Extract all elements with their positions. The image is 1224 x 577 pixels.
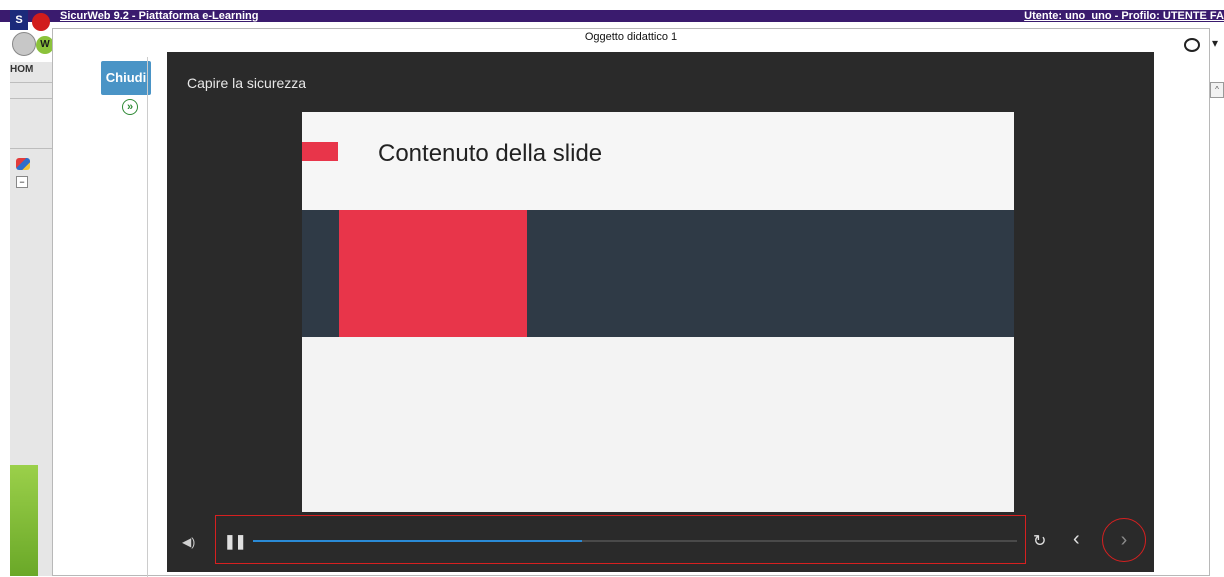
strip-divider [10,98,52,99]
side-green-bar [10,465,38,576]
app-top-bar: SicurWeb 9.2 - Piattaforma e-Learning Ut… [0,10,1224,22]
progress-fill [253,540,582,542]
slide-lower-area [302,337,1014,512]
chart-icon[interactable] [16,158,30,170]
home-tab[interactable]: HOM [10,64,40,82]
logo-s: S [10,10,28,30]
app-logo: S W [10,10,54,56]
scroll-up-button[interactable]: ^ [1210,82,1224,98]
modal-title: Oggetto didattico 1 [584,31,678,43]
chat-icon[interactable] [1184,38,1200,52]
slide-red-block [339,210,527,337]
course-player: Capire la sicurezza Contenuto della slid… [167,52,1154,572]
logo-grey-dot [12,32,36,56]
slide-title: Contenuto della slide [378,140,603,167]
sidebar-divider [147,57,148,577]
slide-canvas: Contenuto della slide [302,112,1014,512]
double-chevron-right-icon[interactable]: » [122,99,138,115]
volume-icon[interactable]: ◀) [182,535,195,549]
progress-bar[interactable] [253,540,1017,542]
chevron-right-icon[interactable]: › [1102,518,1146,562]
collapse-tree-icon[interactable]: − [16,176,28,188]
slide-red-accent [302,142,338,161]
close-button[interactable]: Chiudi [101,61,151,95]
pause-icon[interactable]: ❚❚ [224,533,246,550]
logo-red-dot [32,13,50,31]
replay-icon[interactable]: ↻ [1033,531,1046,551]
chevron-left-icon[interactable]: ‹ [1073,528,1080,551]
strip-divider [10,148,52,149]
user-info[interactable]: Utente: uno_uno - Profilo: UTENTE FA [1024,10,1224,22]
chevron-down-icon[interactable]: ▾ [1212,36,1218,50]
strip-divider [10,82,52,83]
course-title: Capire la sicurezza [187,75,307,91]
app-title[interactable]: SicurWeb 9.2 - Piattaforma e-Learning [60,10,258,22]
player-controls: ◀) ❚❚ ↻ ‹ › [167,512,1154,572]
